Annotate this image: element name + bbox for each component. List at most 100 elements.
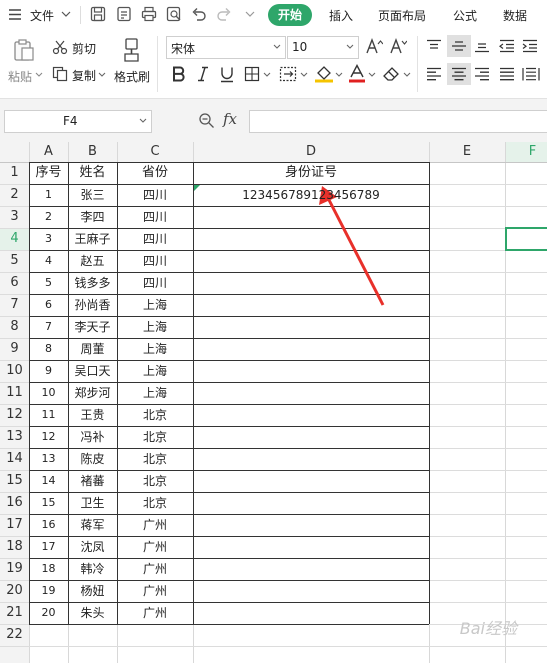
tab-insert[interactable]: 插入 xyxy=(329,7,353,24)
row-header[interactable]: 9 xyxy=(0,338,29,360)
zoom-search-icon[interactable] xyxy=(198,112,215,129)
table-cell[interactable]: 四川 xyxy=(117,250,193,272)
table-cell[interactable]: 北京 xyxy=(117,448,193,470)
table-cell[interactable]: 广州 xyxy=(117,514,193,536)
table-cell[interactable]: 广州 xyxy=(117,602,193,624)
table-cell[interactable]: 冯补 xyxy=(68,426,117,448)
table-cell[interactable]: 13 xyxy=(29,448,68,470)
table-cell[interactable]: 陈皮 xyxy=(68,448,117,470)
column-header-b[interactable]: B xyxy=(68,142,117,162)
align-bottom-icon[interactable] xyxy=(474,39,490,53)
table-cell[interactable]: 10 xyxy=(29,382,68,404)
increase-font-size-icon[interactable] xyxy=(365,38,383,54)
paste-button[interactable]: 粘贴 xyxy=(8,68,32,85)
align-center-icon[interactable] xyxy=(447,63,471,85)
table-cell[interactable]: 19 xyxy=(29,580,68,602)
table-cell[interactable]: 四川 xyxy=(117,272,193,294)
row-header[interactable]: 4 xyxy=(0,228,29,250)
column-header-e[interactable]: E xyxy=(429,142,505,162)
chevron-down-icon[interactable] xyxy=(35,72,43,78)
row-header[interactable]: 8 xyxy=(0,316,29,338)
row-header[interactable]: 12 xyxy=(0,404,29,426)
table-header-cell[interactable]: 序号 xyxy=(29,162,68,184)
row-header[interactable]: 17 xyxy=(0,514,29,536)
align-middle-icon[interactable] xyxy=(447,35,471,57)
table-header-cell[interactable]: 省份 xyxy=(117,162,193,184)
table-cell[interactable]: 5 xyxy=(29,272,68,294)
tab-data[interactable]: 数据 xyxy=(503,7,527,24)
table-cell[interactable]: 上海 xyxy=(117,338,193,360)
tab-formulas[interactable]: 公式 xyxy=(453,7,477,24)
row-header[interactable]: 13 xyxy=(0,426,29,448)
table-header-cell[interactable]: 姓名 xyxy=(68,162,117,184)
fill-color-icon[interactable] xyxy=(314,64,334,83)
column-header-d[interactable]: D xyxy=(193,142,429,162)
table-cell[interactable]: 王麻子 xyxy=(68,228,117,250)
print-preview-icon[interactable] xyxy=(166,6,182,22)
formula-input[interactable] xyxy=(249,110,547,133)
distributed-align-icon[interactable] xyxy=(522,67,540,81)
table-cell[interactable]: 123456789123456789 xyxy=(193,184,429,206)
table-cell[interactable]: 上海 xyxy=(117,382,193,404)
table-cell[interactable]: 李四 xyxy=(68,206,117,228)
clear-format-icon[interactable] xyxy=(382,66,400,82)
table-cell[interactable]: 6 xyxy=(29,294,68,316)
table-cell[interactable]: 17 xyxy=(29,536,68,558)
tab-page-layout[interactable]: 页面布局 xyxy=(378,7,426,24)
row-header[interactable]: 6 xyxy=(0,272,29,294)
chevron-down-icon[interactable] xyxy=(368,72,376,78)
copy-button[interactable]: 复制 xyxy=(72,67,96,84)
table-cell[interactable]: 8 xyxy=(29,338,68,360)
row-header[interactable]: 7 xyxy=(0,294,29,316)
chevron-down-icon[interactable] xyxy=(61,10,71,18)
table-cell[interactable]: 韩冷 xyxy=(68,558,117,580)
table-cell[interactable]: 9 xyxy=(29,360,68,382)
table-cell[interactable]: 1 xyxy=(29,184,68,206)
align-left-icon[interactable] xyxy=(426,67,442,81)
column-header-a[interactable]: A xyxy=(29,142,68,162)
table-cell[interactable]: 20 xyxy=(29,602,68,624)
table-cell[interactable]: 7 xyxy=(29,316,68,338)
table-cell[interactable]: 北京 xyxy=(117,470,193,492)
decrease-font-size-icon[interactable] xyxy=(389,38,407,54)
table-cell[interactable]: 郑步河 xyxy=(68,382,117,404)
save-icon[interactable] xyxy=(90,6,106,22)
table-cell[interactable]: 4 xyxy=(29,250,68,272)
file-menu[interactable]: 文件 xyxy=(30,7,54,24)
scissors-icon[interactable] xyxy=(52,39,68,55)
row-header[interactable]: 20 xyxy=(0,580,29,602)
table-cell[interactable]: 王贵 xyxy=(68,404,117,426)
table-cell[interactable]: 广州 xyxy=(117,558,193,580)
row-header[interactable]: 18 xyxy=(0,536,29,558)
table-cell[interactable]: 孙尚香 xyxy=(68,294,117,316)
row-header[interactable]: 3 xyxy=(0,206,29,228)
table-cell[interactable]: 北京 xyxy=(117,426,193,448)
font-name-select[interactable]: 宋体 xyxy=(166,36,286,59)
print-icon[interactable] xyxy=(141,6,157,22)
table-cell[interactable]: 四川 xyxy=(117,184,193,206)
chevron-down-icon[interactable] xyxy=(403,72,411,78)
row-header[interactable]: 19 xyxy=(0,558,29,580)
align-right-icon[interactable] xyxy=(474,67,490,81)
row-header[interactable]: 21 xyxy=(0,602,29,624)
table-cell[interactable]: 广州 xyxy=(117,580,193,602)
row-header[interactable]: 10 xyxy=(0,360,29,382)
row-header[interactable]: 5 xyxy=(0,250,29,272)
hamburger-menu-icon[interactable] xyxy=(8,8,22,21)
table-cell[interactable]: 12 xyxy=(29,426,68,448)
chevron-down-icon[interactable] xyxy=(98,72,106,78)
decrease-indent-icon[interactable] xyxy=(499,39,515,53)
row-header[interactable]: 16 xyxy=(0,492,29,514)
table-cell[interactable]: 16 xyxy=(29,514,68,536)
table-cell[interactable]: 褚蕃 xyxy=(68,470,117,492)
paste-icon[interactable] xyxy=(12,38,36,62)
table-cell[interactable]: 3 xyxy=(29,228,68,250)
table-cell[interactable]: 钱多多 xyxy=(68,272,117,294)
chevron-down-icon[interactable] xyxy=(263,72,271,78)
row-header[interactable]: 14 xyxy=(0,448,29,470)
table-cell[interactable]: 北京 xyxy=(117,404,193,426)
chevron-down-icon[interactable] xyxy=(335,72,343,78)
table-cell[interactable]: 四川 xyxy=(117,206,193,228)
merge-cells-icon[interactable] xyxy=(279,66,297,82)
table-cell[interactable]: 11 xyxy=(29,404,68,426)
